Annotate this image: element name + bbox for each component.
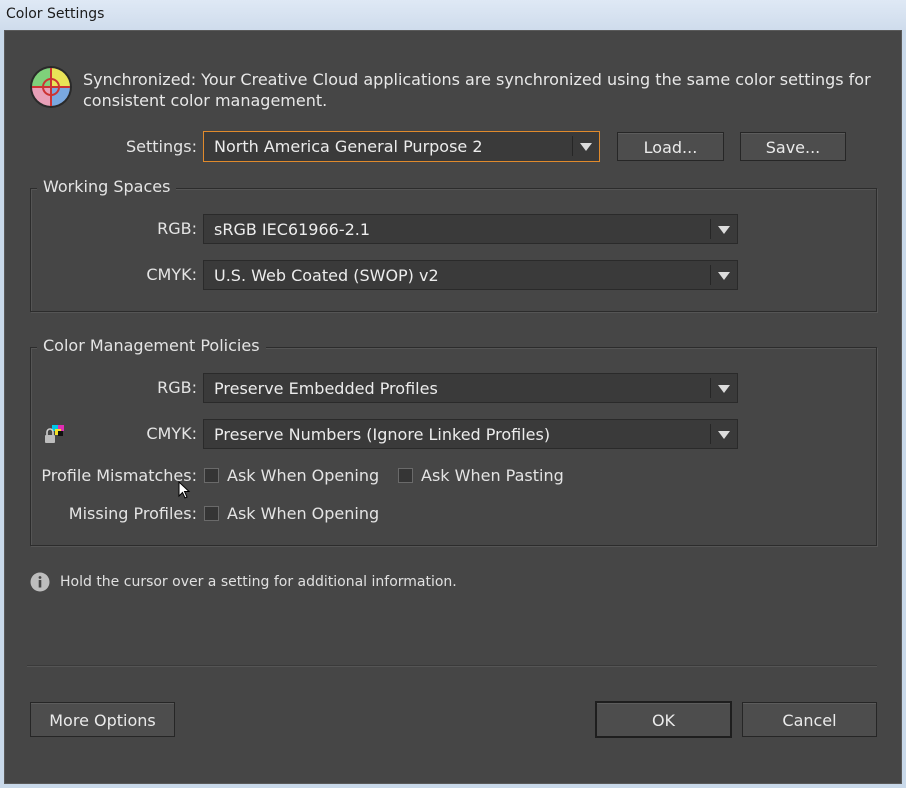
mismatch-ask-pasting-checkbox[interactable] xyxy=(398,468,413,483)
chevron-down-icon xyxy=(580,143,592,151)
mismatch-ask-opening-checkbox[interactable] xyxy=(204,468,219,483)
info-text: Hold the cursor over a setting for addit… xyxy=(60,574,457,590)
settings-label: Settings: xyxy=(125,137,197,156)
chevron-down-icon xyxy=(718,431,730,439)
policy-rgb-label: RGB: xyxy=(157,378,197,397)
mismatch-ask-opening-label[interactable]: Ask When Opening xyxy=(227,466,379,485)
info-icon xyxy=(30,572,50,592)
mismatch-ask-pasting-label[interactable]: Ask When Pasting xyxy=(421,466,564,485)
working-spaces-legend: Working Spaces xyxy=(37,177,177,196)
mouse-cursor-icon xyxy=(178,480,192,501)
sync-message: Synchronized: Your Creative Cloud applic… xyxy=(83,70,871,110)
settings-dropdown[interactable]: North America General Purpose 2 xyxy=(203,131,600,162)
missing-ask-opening-checkbox[interactable] xyxy=(204,506,219,521)
ok-button[interactable]: OK xyxy=(595,701,732,738)
divider xyxy=(27,665,877,667)
title-bar: Color Settings xyxy=(0,0,906,30)
color-settings-dialog: Synchronized: Your Creative Cloud applic… xyxy=(4,30,902,784)
ws-cmyk-value: U.S. Web Coated (SWOP) v2 xyxy=(214,266,439,285)
settings-value: North America General Purpose 2 xyxy=(214,137,483,156)
load-button[interactable]: Load... xyxy=(617,132,724,161)
policy-cmyk-dropdown[interactable]: Preserve Numbers (Ignore Linked Profiles… xyxy=(203,419,738,449)
missing-ask-opening-label[interactable]: Ask When Opening xyxy=(227,504,379,523)
window-title: Color Settings xyxy=(6,6,105,22)
working-spaces-group xyxy=(30,188,877,312)
cmyk-lock-icon xyxy=(43,423,69,445)
policies-legend: Color Management Policies xyxy=(37,336,266,355)
chevron-down-icon xyxy=(718,272,730,280)
chevron-down-icon xyxy=(718,226,730,234)
profile-mismatches-label: Profile Mismatches: xyxy=(41,466,197,485)
cancel-button[interactable]: Cancel xyxy=(742,702,877,737)
policy-cmyk-value: Preserve Numbers (Ignore Linked Profiles… xyxy=(214,425,551,444)
chevron-down-icon xyxy=(718,385,730,393)
ws-cmyk-dropdown[interactable]: U.S. Web Coated (SWOP) v2 xyxy=(203,260,738,290)
policy-rgb-dropdown[interactable]: Preserve Embedded Profiles xyxy=(203,373,738,403)
color-wheel-icon xyxy=(29,65,73,109)
ws-cmyk-label: CMYK: xyxy=(146,265,197,284)
more-options-button[interactable]: More Options xyxy=(30,702,175,737)
ws-rgb-value: sRGB IEC61966-2.1 xyxy=(214,220,371,239)
save-button[interactable]: Save... xyxy=(740,132,846,161)
policy-cmyk-label: CMYK: xyxy=(146,424,197,443)
ws-rgb-label: RGB: xyxy=(157,219,197,238)
missing-profiles-label: Missing Profiles: xyxy=(68,504,197,523)
ws-rgb-dropdown[interactable]: sRGB IEC61966-2.1 xyxy=(203,214,738,244)
policy-rgb-value: Preserve Embedded Profiles xyxy=(214,379,438,398)
